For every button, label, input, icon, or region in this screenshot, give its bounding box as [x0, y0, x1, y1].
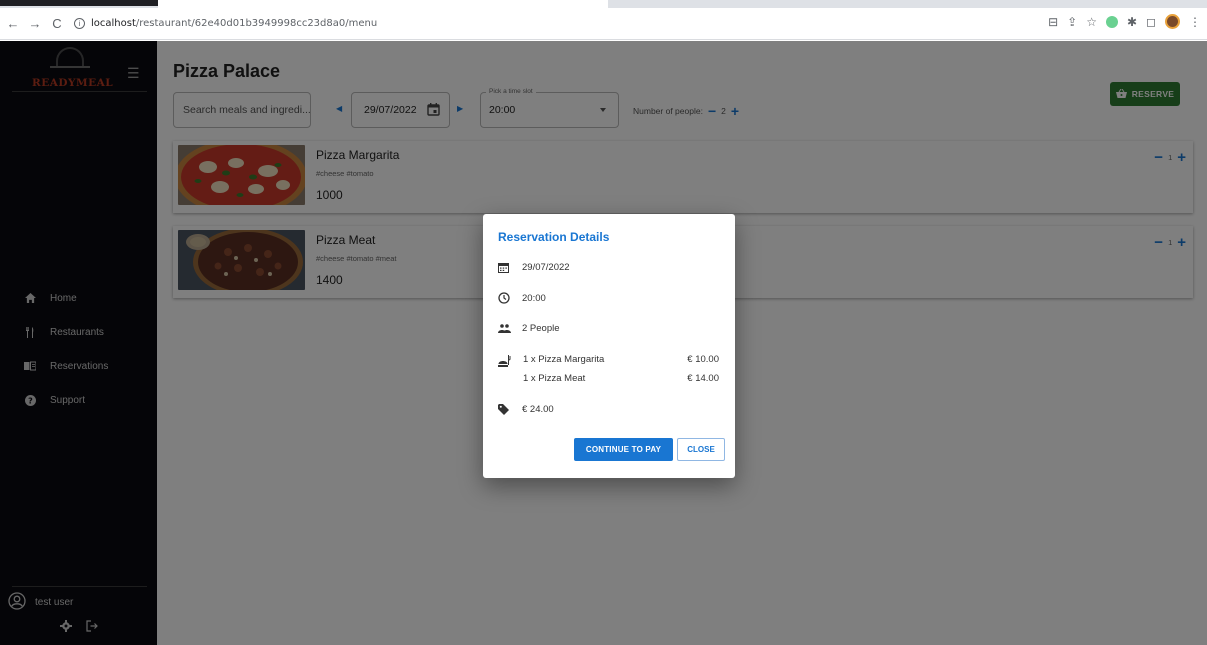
close-button[interactable]: CLOSE [677, 438, 725, 461]
order-item-price: € 14.00 [687, 373, 719, 384]
share-icon[interactable]: ⇪ [1067, 15, 1077, 29]
site-info-icon[interactable]: i [74, 18, 85, 29]
food-tray-icon [498, 354, 511, 372]
dialog-order-item: 1 x Pizza Margarita € 10.00 [523, 354, 719, 365]
dialog-time: 20:00 [522, 292, 546, 304]
order-item-price: € 10.00 [687, 354, 719, 365]
dialog-title: Reservation Details [498, 230, 610, 244]
clock-icon [498, 292, 512, 304]
back-icon[interactable]: ← [4, 15, 22, 33]
extensions-puzzle-icon[interactable]: ✱ [1127, 15, 1137, 29]
browser-toolbar: ← → C i localhost/restaurant/62e40d01b39… [0, 8, 1207, 40]
url-path: /restaurant/62e40d01b3949998cc23d8a0/men… [135, 18, 378, 29]
continue-to-pay-button[interactable]: CONTINUE TO PAY [574, 438, 673, 461]
dialog-total-row: € 24.00 [498, 404, 554, 415]
dialog-people-row: 2 People [498, 323, 560, 334]
reservation-details-dialog: Reservation Details 29/07/2022 20:00 2 P… [483, 214, 735, 478]
people-icon [498, 324, 512, 333]
price-tag-icon [498, 404, 512, 415]
dialog-date-row: 29/07/2022 [498, 262, 570, 273]
browser-tabstrip [0, 0, 1207, 8]
browser-menu-icon[interactable]: ⋮ [1189, 15, 1201, 29]
dialog-total: € 24.00 [522, 404, 554, 415]
forward-icon[interactable]: → [26, 15, 44, 33]
browser-tab[interactable] [158, 0, 608, 8]
order-item-name: 1 x Pizza Margarita [523, 354, 605, 365]
dialog-date: 29/07/2022 [522, 262, 570, 273]
browser-tab-active[interactable] [0, 0, 158, 6]
dialog-time-row: 20:00 [498, 292, 546, 304]
dialog-people: 2 People [522, 323, 560, 334]
side-panel-icon[interactable]: ◻ [1146, 15, 1156, 29]
tab-search-icon[interactable]: ⊟ [1048, 15, 1058, 29]
reload-icon[interactable]: C [48, 15, 66, 33]
profile-avatar[interactable] [1165, 14, 1180, 29]
url-host: localhost [91, 18, 136, 29]
dialog-order-item: 1 x Pizza Meat € 14.00 [523, 373, 719, 384]
calendar-icon [498, 262, 512, 273]
extension-icon[interactable] [1105, 15, 1118, 28]
address-bar[interactable]: i localhost/restaurant/62e40d01b3949998c… [74, 18, 377, 29]
bookmark-star-icon[interactable]: ☆ [1086, 15, 1097, 29]
order-item-name: 1 x Pizza Meat [523, 373, 586, 384]
